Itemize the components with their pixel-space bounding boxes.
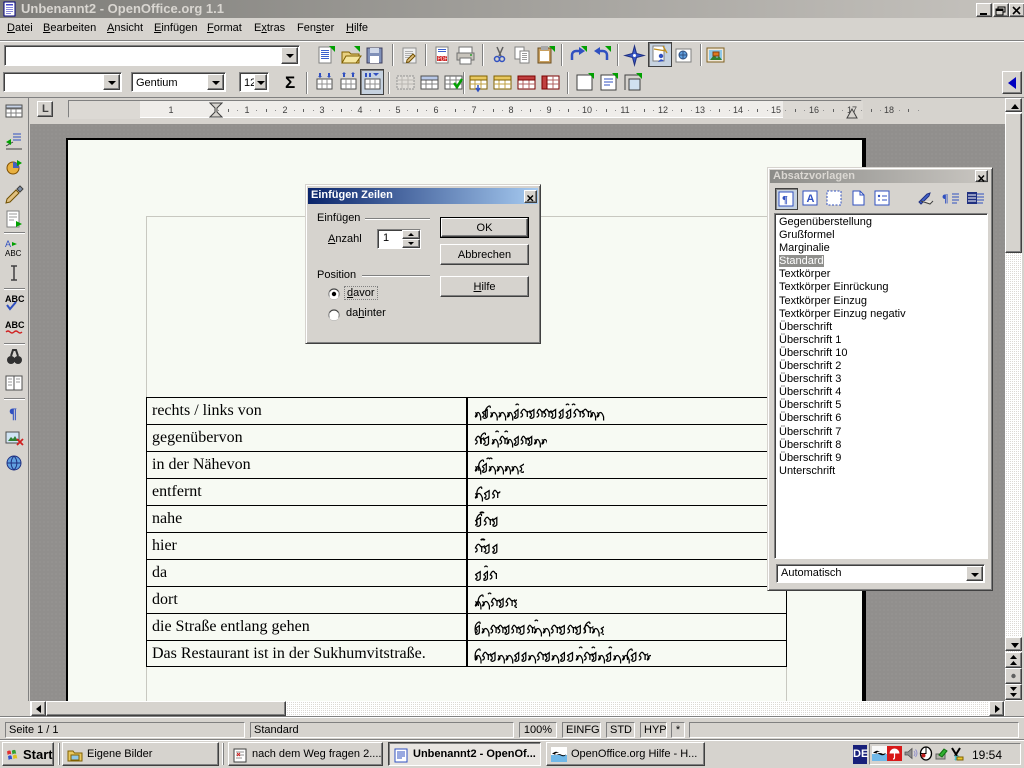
svg-text:PDF: PDF [438,57,448,63]
svg-text:A: A [807,193,815,205]
svg-text:ABC: ABC [5,249,22,258]
svg-text:¶: ¶ [942,191,948,205]
svg-text:¶: ¶ [9,406,17,422]
svg-text:¶: ¶ [782,194,788,206]
svg-text:A: A [5,239,11,249]
svg-text:ABC: ABC [5,320,25,330]
